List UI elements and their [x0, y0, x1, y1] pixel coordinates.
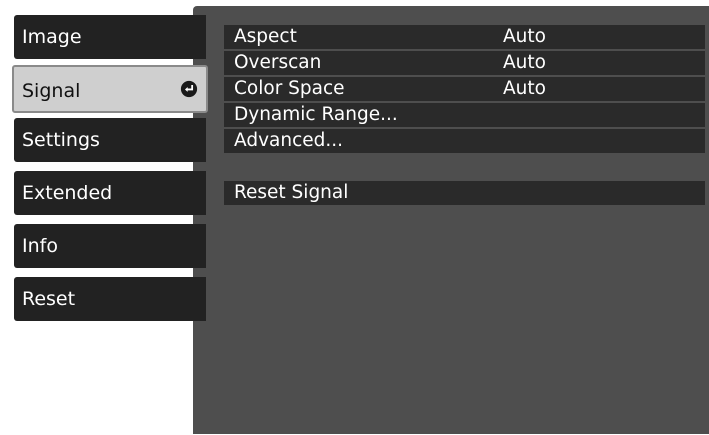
- enter-icon: [180, 80, 198, 98]
- tab-image-label: Image: [22, 26, 82, 48]
- reset-signal-label: Reset Signal: [234, 182, 349, 203]
- tab-signal[interactable]: Signal: [12, 65, 208, 113]
- tab-extended[interactable]: Extended: [14, 171, 206, 215]
- tab-info-label: Info: [22, 235, 58, 257]
- menu-item-color-space[interactable]: Color Space Auto: [224, 77, 705, 101]
- overscan-label: Overscan: [234, 52, 322, 73]
- menu-item-reset-signal[interactable]: Reset Signal: [224, 181, 705, 205]
- tab-extended-label: Extended: [22, 182, 113, 204]
- aspect-value: Auto: [503, 26, 546, 47]
- menu-item-advanced[interactable]: Advanced...: [224, 129, 705, 153]
- color-space-value: Auto: [503, 78, 546, 99]
- tab-info[interactable]: Info: [14, 224, 206, 268]
- tab-signal-label: Signal: [22, 80, 81, 102]
- menu-item-aspect[interactable]: Aspect Auto: [224, 25, 705, 49]
- tab-settings-label: Settings: [22, 129, 100, 151]
- menu-item-dynamic-range[interactable]: Dynamic Range...: [224, 103, 705, 127]
- overscan-value: Auto: [503, 52, 546, 73]
- dynamic-range-label: Dynamic Range...: [234, 104, 398, 125]
- color-space-label: Color Space: [234, 78, 345, 99]
- advanced-label: Advanced...: [234, 130, 344, 151]
- tab-image[interactable]: Image: [14, 15, 206, 59]
- menu-item-overscan[interactable]: Overscan Auto: [224, 51, 705, 75]
- aspect-label: Aspect: [234, 26, 297, 47]
- tab-reset[interactable]: Reset: [14, 277, 206, 321]
- tab-settings[interactable]: Settings: [14, 118, 206, 162]
- tab-reset-label: Reset: [22, 288, 76, 310]
